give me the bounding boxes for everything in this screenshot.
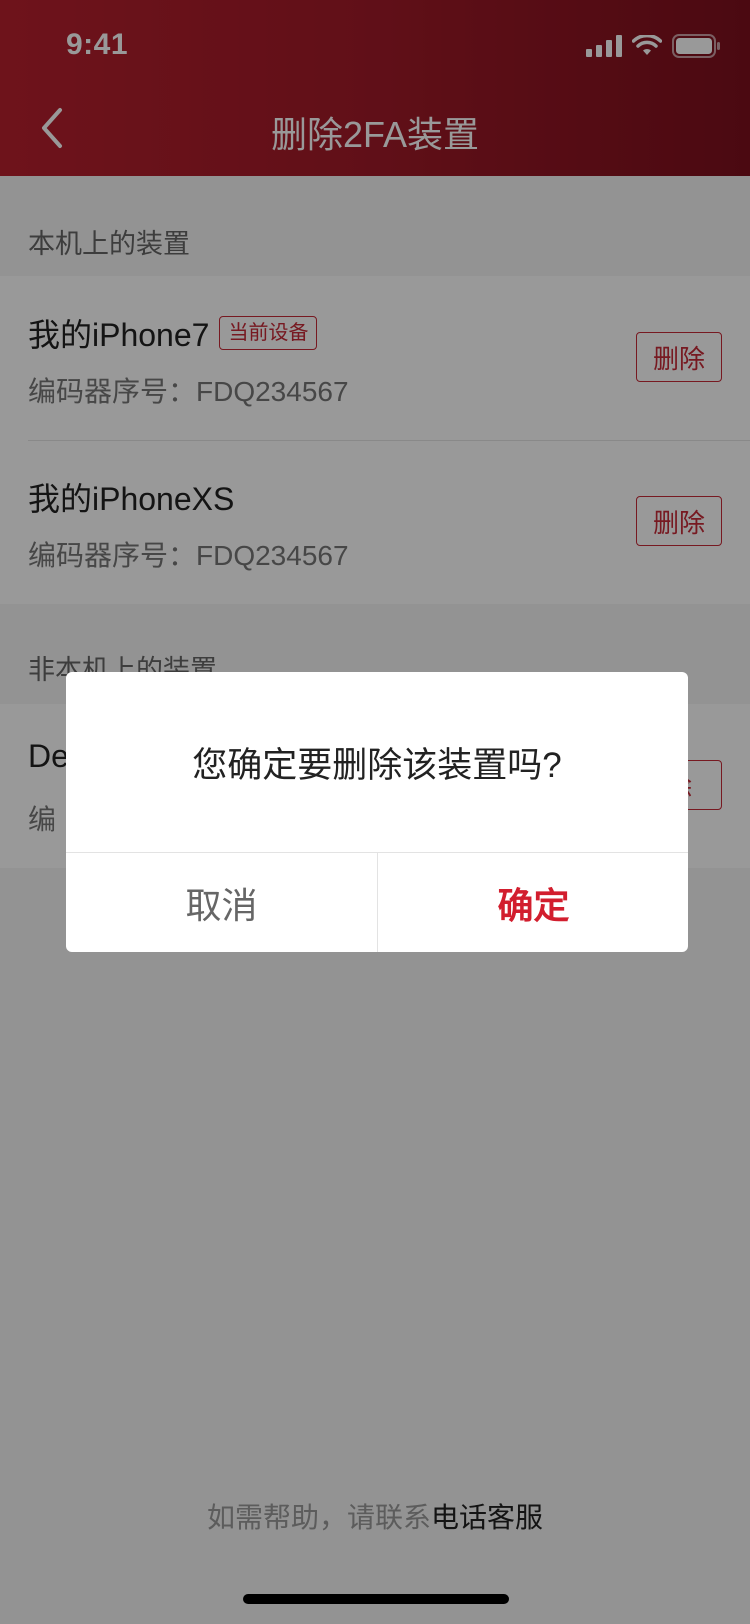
cancel-button[interactable]: 取消 [66,853,377,952]
dialog-message: 您确定要删除该装置吗? [192,745,562,785]
confirm-button[interactable]: 确定 [378,853,688,952]
confirm-dialog: 您确定要删除该装置吗? 取消 确定 [66,672,688,952]
home-indicator [243,1594,509,1604]
